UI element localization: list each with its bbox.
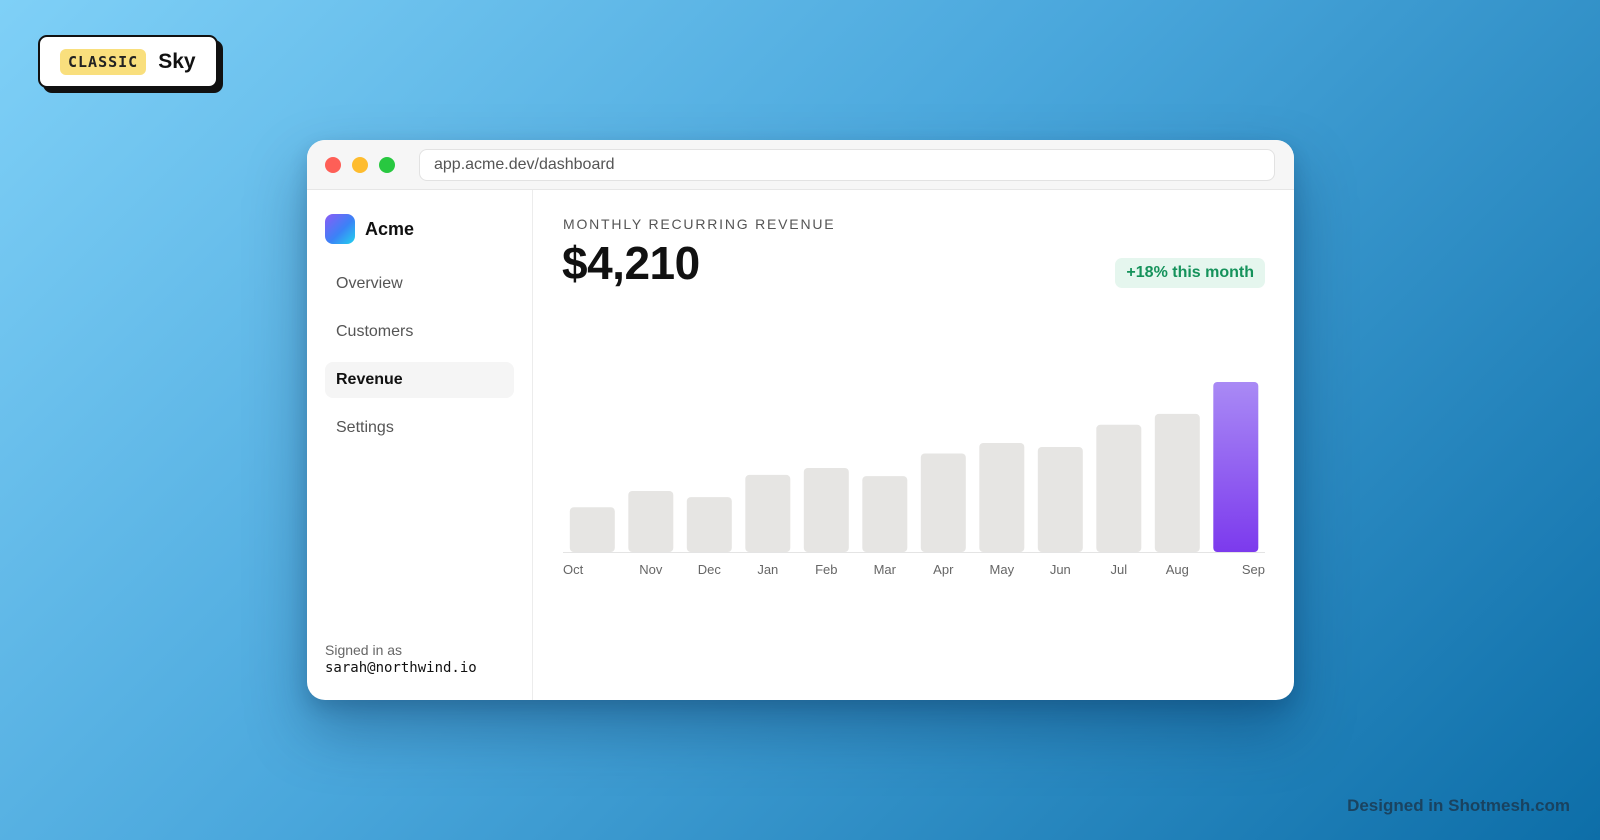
theme-tag: CLASSIC (60, 48, 147, 75)
bar-jun (1037, 447, 1083, 552)
sidebar-item-overview[interactable]: Overview (325, 266, 514, 302)
bar-dec (686, 497, 732, 552)
x-tick-label: Apr (933, 562, 954, 577)
bar-jul (1096, 424, 1142, 552)
brand[interactable]: Acme (325, 214, 414, 244)
bar-jan (745, 474, 791, 552)
bar-mar (862, 476, 908, 552)
sidebar-nav: Overview Customers Revenue Settings (325, 266, 514, 458)
theme-badge: CLASSIC Sky (38, 35, 218, 88)
browser-window: app.acme.dev/dashboard Acme Overview Cus… (307, 140, 1294, 700)
x-tick-label: Jun (1050, 562, 1071, 577)
x-tick-label: Mar (874, 562, 897, 577)
signed-in-email: sarah@northwind.io (325, 660, 477, 676)
x-tick-label: Jan (757, 562, 778, 577)
revenue-chart-svg: Oct Nov Dec Jan Feb Mar Apr May Jun Jul Aug Sep (563, 382, 1265, 577)
x-tick-label: Oct (563, 562, 584, 577)
bar-aug (1154, 413, 1200, 552)
sidebar-item-label: Overview (336, 275, 403, 292)
sidebar-item-label: Settings (336, 419, 394, 436)
theme-name: Sky (158, 49, 196, 73)
sidebar-item-settings[interactable]: Settings (325, 410, 514, 446)
sidebar-item-customers[interactable]: Customers (325, 314, 514, 350)
signed-in-label: Signed in as (325, 642, 403, 658)
address-bar-url: app.acme.dev/dashboard (434, 156, 615, 173)
growth-badge: +18% this month (1115, 258, 1265, 288)
address-bar[interactable]: app.acme.dev/dashboard (419, 149, 1275, 181)
sidebar: Acme Overview Customers Revenue Settings… (307, 190, 533, 700)
x-tick-label: May (990, 562, 1015, 577)
designer-credit: Designed in Shotmesh.com (1347, 796, 1570, 815)
bar-nov (628, 491, 674, 552)
x-tick-label: Aug (1166, 562, 1189, 577)
sidebar-item-label: Revenue (336, 371, 403, 388)
metric-label: MONTHLY RECURRING REVENUE (563, 216, 836, 232)
bar-may (979, 443, 1025, 552)
x-tick-label: Sep (1242, 562, 1265, 577)
bar-feb (803, 468, 849, 552)
sidebar-item-label: Customers (336, 323, 414, 340)
revenue-bar-chart: Oct Nov Dec Jan Feb Mar Apr May Jun Jul Aug Sep (563, 340, 1265, 590)
bar-oct (569, 507, 615, 552)
metric-value: $4,210 (562, 237, 700, 289)
bar-apr (920, 453, 966, 552)
brand-name: Acme (365, 218, 415, 239)
main-content: MONTHLY RECURRING REVENUE $4,210 +18% th… (533, 190, 1294, 700)
x-tick-label: Feb (815, 562, 837, 577)
x-tick-label: Dec (698, 562, 722, 577)
acme-logo-icon (325, 214, 355, 244)
minimize-window-button[interactable] (352, 157, 368, 173)
maximize-window-button[interactable] (379, 157, 395, 173)
browser-titlebar: app.acme.dev/dashboard (307, 140, 1294, 190)
x-tick-label: Jul (1110, 562, 1127, 577)
x-tick-label: Nov (639, 562, 663, 577)
bar-sep (1213, 382, 1259, 552)
sidebar-item-revenue[interactable]: Revenue (325, 362, 514, 398)
close-window-button[interactable] (325, 157, 341, 173)
